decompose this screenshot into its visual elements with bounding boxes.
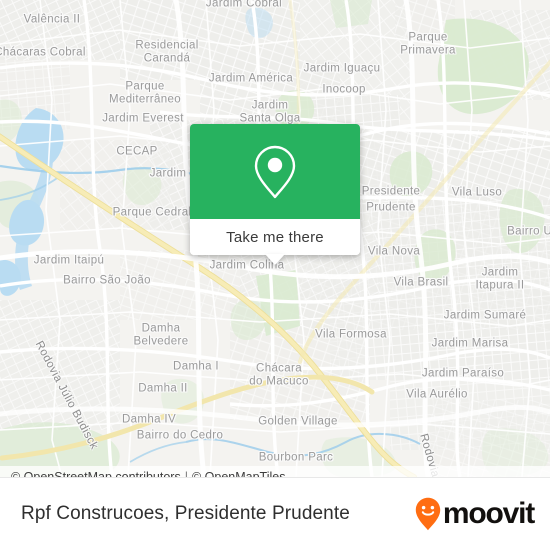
moovit-logo[interactable]: moovit bbox=[415, 497, 535, 531]
moovit-place-map-screen: Jardim Cobral Valência II Parque Primavera R… bbox=[0, 0, 550, 550]
take-me-there-button[interactable]: Take me there bbox=[190, 219, 360, 255]
place-popup-card[interactable]: Take me there bbox=[190, 124, 360, 265]
location-pin-icon bbox=[254, 145, 296, 198]
place-title: Rpf Construcoes, Presidente Prudente bbox=[21, 503, 350, 524]
map-attribution-bar: © OpenStreetMap contributors | © OpenMap… bbox=[0, 466, 550, 477]
attribution-openmaptiles[interactable]: © OpenMapTiles bbox=[192, 470, 286, 477]
popup-tail-pointer bbox=[265, 254, 285, 265]
attribution-separator: | bbox=[184, 470, 188, 477]
footer-bar: Rpf Construcoes, Presidente Prudente moo… bbox=[0, 477, 550, 550]
moovit-wordmark: moovit bbox=[442, 497, 535, 530]
map-canvas[interactable]: Jardim Cobral Valência II Parque Primavera R… bbox=[0, 0, 550, 477]
take-me-there-label: Take me there bbox=[226, 228, 324, 246]
popup-image-placeholder bbox=[190, 124, 360, 219]
attribution-osm[interactable]: © OpenStreetMap contributors bbox=[11, 470, 181, 477]
moovit-smiley-pin-icon bbox=[415, 497, 441, 531]
